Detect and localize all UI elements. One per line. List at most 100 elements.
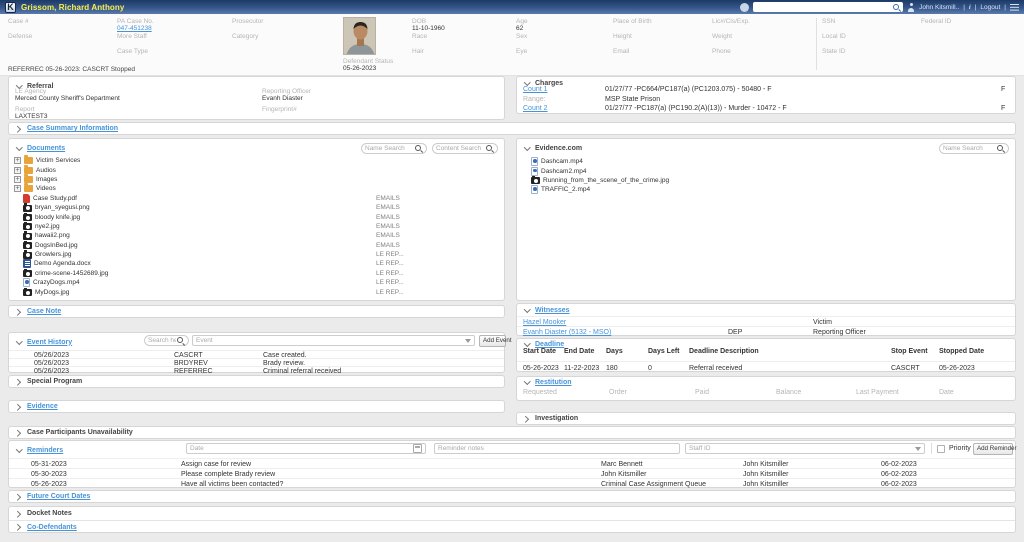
logout-link[interactable]: Logout xyxy=(980,4,1000,11)
info-icon[interactable]: i xyxy=(969,4,971,11)
chevron-down-icon[interactable] xyxy=(15,339,22,346)
file-name[interactable]: bryan_syegusi.png xyxy=(35,204,90,211)
expand-plus-icon[interactable] xyxy=(14,157,21,165)
chevron-right-icon[interactable] xyxy=(15,125,22,132)
reminder-date-input[interactable] xyxy=(190,445,411,452)
reminder-notes-field[interactable] xyxy=(434,443,680,454)
event-row[interactable]: 05/26/2023 CASCRT Case created. xyxy=(9,350,504,359)
file-name[interactable]: CrazyDogs.mp4 xyxy=(33,279,80,286)
file-row[interactable]: MyDogs.jpg LE REP... xyxy=(9,287,504,297)
file-name[interactable]: Growlers.jpg xyxy=(35,251,71,258)
section-title[interactable]: Witnesses xyxy=(535,307,570,314)
search-icon[interactable] xyxy=(414,144,423,153)
menu-icon[interactable] xyxy=(1010,3,1019,11)
section-investigation[interactable]: Investigation xyxy=(516,412,1016,425)
chevron-right-icon[interactable] xyxy=(15,510,22,517)
defendant-photo[interactable] xyxy=(343,17,376,55)
chevron-right-icon[interactable] xyxy=(15,493,22,500)
witness-name-link[interactable]: Hazel Mooker xyxy=(523,319,566,326)
reminder-row[interactable]: 05-31-2023 Assign case for review Marc B… xyxy=(9,458,1015,468)
user-name[interactable]: John Kitsmill.. xyxy=(919,4,959,11)
file-name[interactable]: crime-scene-1452689.jpg xyxy=(35,270,108,277)
folder-row[interactable]: Videos xyxy=(9,183,504,193)
dropdown-arrow-icon[interactable] xyxy=(915,446,921,451)
section-co-defendants[interactable]: Co-Defendants xyxy=(9,520,1015,533)
file-name[interactable]: Dashcam.mp4 xyxy=(541,158,583,165)
search-icon[interactable] xyxy=(485,144,494,153)
chevron-down-icon[interactable] xyxy=(523,145,530,152)
folder-name[interactable]: Videos xyxy=(36,185,56,192)
file-name[interactable]: DogsInBed.jpg xyxy=(35,242,78,249)
section-title[interactable]: Restitution xyxy=(535,379,572,386)
app-logo[interactable]: K xyxy=(5,1,16,13)
file-row[interactable]: hawaii2.png EMAILS xyxy=(9,231,504,240)
folder-row[interactable]: Images xyxy=(9,173,504,184)
charge-count-link[interactable]: Count 2 xyxy=(523,105,548,112)
staff-select[interactable] xyxy=(685,443,925,454)
priority-checkbox[interactable] xyxy=(937,445,945,453)
chevron-down-icon[interactable] xyxy=(523,307,530,314)
folder-row[interactable]: Audios xyxy=(9,164,504,174)
name-search[interactable] xyxy=(939,142,1009,154)
file-name[interactable]: Demo Agenda.docx xyxy=(34,260,91,267)
file-name[interactable]: bloody knife.jpg xyxy=(35,214,80,221)
file-row[interactable]: Running_from_the_scene_of_the_crime.jpg xyxy=(517,175,1015,185)
section-title[interactable]: Investigation xyxy=(535,415,578,422)
section-title[interactable]: Evidence xyxy=(27,403,58,410)
chevron-right-icon[interactable] xyxy=(15,429,22,436)
chevron-right-icon[interactable] xyxy=(15,378,22,385)
section-special-program[interactable]: Special Program xyxy=(8,375,505,388)
chevron-right-icon[interactable] xyxy=(15,403,22,410)
file-row[interactable]: TRAFFIC_2.mp4 xyxy=(517,185,1015,195)
field-value[interactable]: 047-451238 xyxy=(117,25,154,33)
section-title[interactable]: Reminders xyxy=(27,447,63,454)
file-row[interactable]: Dashcam.mp4 xyxy=(517,157,1015,167)
file-name[interactable]: TRAFFIC_2.mp4 xyxy=(541,186,590,193)
content-search-input[interactable] xyxy=(436,144,485,152)
chevron-right-icon[interactable] xyxy=(15,524,22,531)
global-search-input[interactable] xyxy=(755,3,893,11)
add-event-button[interactable]: Add Event xyxy=(479,335,512,347)
file-row[interactable]: crime-scene-1452689.jpg LE REP... xyxy=(9,268,504,278)
section-title[interactable]: Future Court Dates xyxy=(27,493,90,500)
section-case-summary[interactable]: Case Summary Information xyxy=(8,122,1016,135)
section-evidence[interactable]: Evidence xyxy=(8,400,505,413)
event-search[interactable] xyxy=(144,335,189,346)
file-row[interactable]: bryan_syegusi.png EMAILS xyxy=(9,203,504,212)
file-row[interactable]: CrazyDogs.mp4 LE REP... xyxy=(9,278,504,288)
section-title[interactable]: Co-Defendants xyxy=(27,524,77,531)
section-title[interactable]: Deadline xyxy=(535,341,564,348)
file-row[interactable]: bloody knife.jpg EMAILS xyxy=(9,212,504,222)
file-name[interactable]: Running_from_the_scene_of_the_crime.jpg xyxy=(543,177,669,184)
file-name[interactable]: nye2.jpg xyxy=(35,223,60,230)
chevron-down-icon[interactable] xyxy=(523,379,530,386)
section-title[interactable]: Case Participants Unavailability xyxy=(27,429,133,436)
witness-name-link[interactable]: Evanh Diaster (5132 - MSO) xyxy=(523,329,611,336)
search-icon[interactable] xyxy=(996,144,1005,153)
global-search[interactable] xyxy=(753,2,904,12)
section-case-participants[interactable]: Case Participants Unavailability xyxy=(8,426,1016,439)
chevron-down-icon[interactable] xyxy=(15,447,22,454)
section-title[interactable]: Special Program xyxy=(27,378,82,385)
reminder-date-field[interactable] xyxy=(186,443,426,454)
chevron-down-icon[interactable] xyxy=(15,145,22,152)
expand-plus-icon[interactable] xyxy=(14,185,21,193)
file-row[interactable]: nye2.jpg EMAILS xyxy=(9,221,504,231)
event-row[interactable]: 05/26/2023 REFERREC Criminal referral re… xyxy=(9,366,504,375)
name-search[interactable] xyxy=(361,142,427,154)
calendar-icon[interactable] xyxy=(413,444,422,453)
expand-plus-icon[interactable] xyxy=(14,166,21,174)
file-row[interactable]: Dashcam2.mp4 xyxy=(517,166,1015,176)
chevron-right-icon[interactable] xyxy=(523,415,530,422)
event-row[interactable]: 05/26/2023 BRDYREV Brady review. xyxy=(9,358,504,367)
help-icon[interactable] xyxy=(740,2,750,12)
folder-name[interactable]: Audios xyxy=(36,167,56,174)
file-name[interactable]: hawaii2.png xyxy=(35,232,70,239)
event-select-input[interactable] xyxy=(196,337,463,344)
event-search-input[interactable] xyxy=(148,337,176,344)
reminder-row[interactable]: 05-26-2023 Have all victims been contact… xyxy=(9,478,1015,488)
section-future-court-dates[interactable]: Future Court Dates xyxy=(8,490,1016,503)
section-docket-notes[interactable]: Docket Notes xyxy=(9,507,1015,520)
file-name[interactable]: Case Study.pdf xyxy=(33,195,77,202)
chevron-right-icon[interactable] xyxy=(15,308,22,315)
